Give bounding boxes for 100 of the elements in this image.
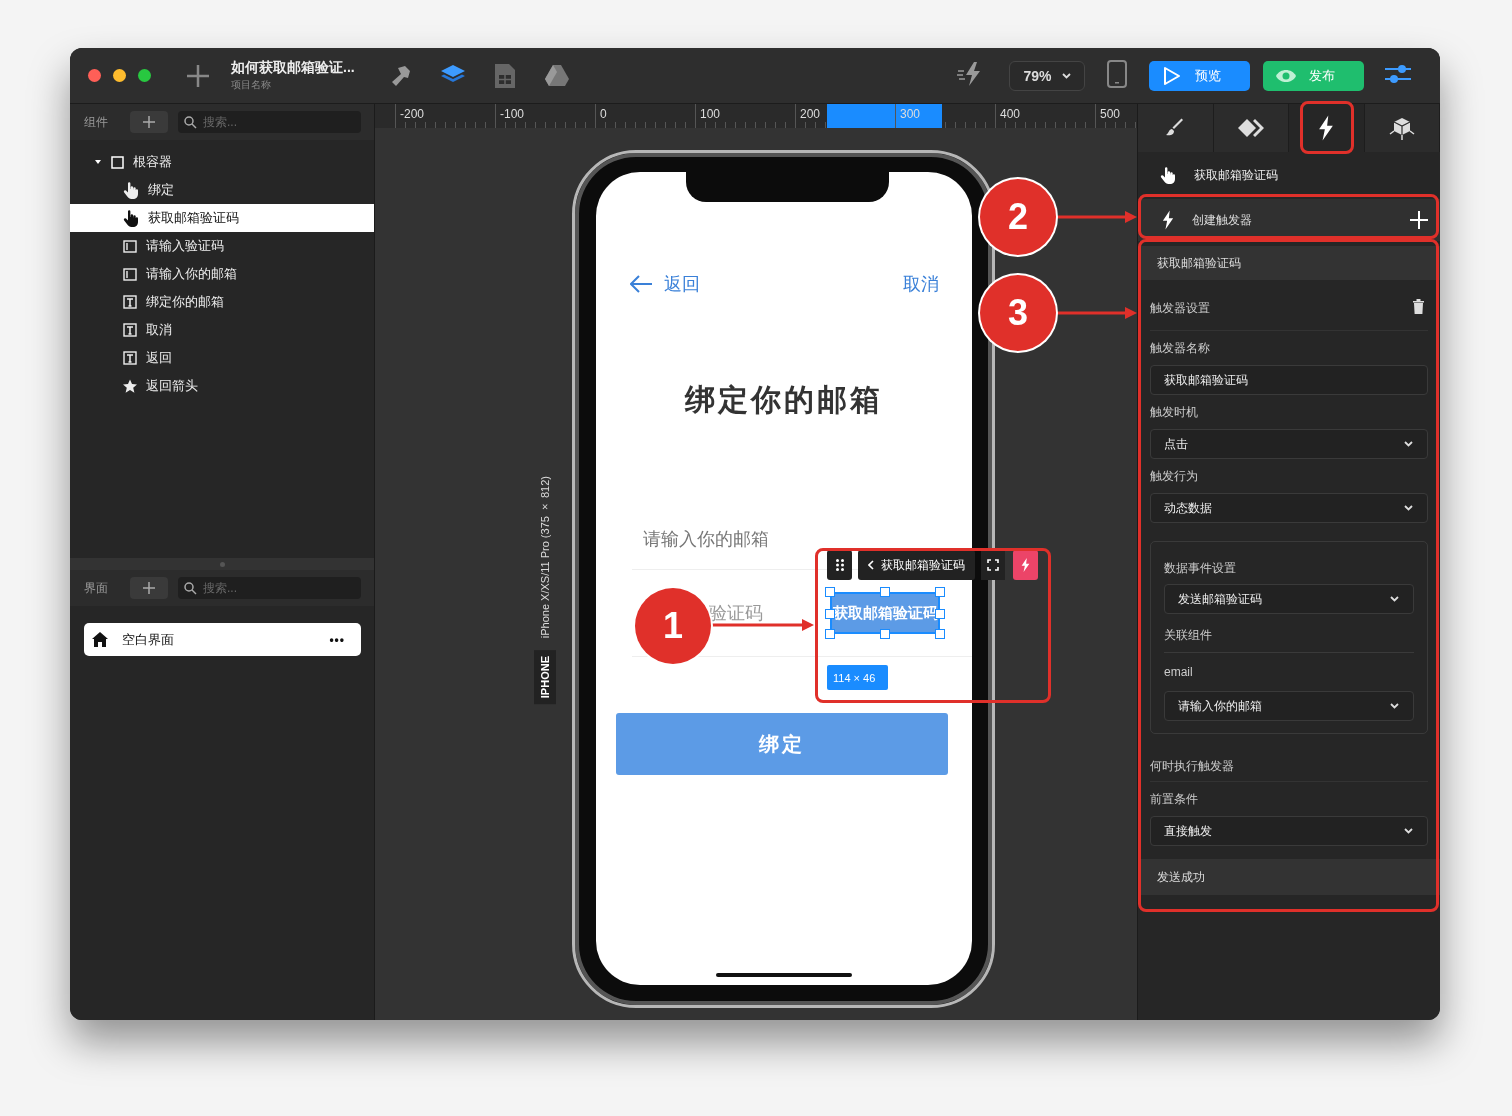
chevron-icon [1390,703,1399,709]
cube-icon [1388,116,1415,140]
search-icon [184,115,197,129]
inspector-tab[interactable] [1364,104,1440,152]
layer-item[interactable]: 取消 [70,316,374,344]
condition-dropdown[interactable]: 直接触发 [1150,816,1428,846]
ruler-label: 100 [695,104,795,128]
annotation-outline [1300,101,1354,154]
star-icon [123,379,137,393]
trigger-button[interactable] [1013,550,1038,580]
action-dropdown[interactable]: 动态数据 [1150,493,1428,523]
hand-icon [1160,166,1176,184]
ruler-label: 0 [595,104,695,128]
ruler-label: -200 [395,104,495,128]
text-box-icon [123,295,137,309]
component-dropdown[interactable]: 请输入你的邮箱 [1164,691,1414,721]
diamonds-icon [1237,119,1264,137]
size-badge: 114 × 46 [827,665,889,690]
device-label: iPhone X/XS/11 Pro (375 × 812) [539,475,551,638]
eye-icon [1275,68,1297,83]
field-label: 前置条件 [1150,790,1199,808]
lightning-icon [1162,210,1174,230]
event-dropdown[interactable]: 发送邮箱验证码 [1164,584,1414,614]
zoom-dropdown[interactable]: 79% [1009,60,1085,91]
cancel-link[interactable]: 取消 [903,272,939,296]
ruler-label: 300 [895,104,995,128]
chevron-left-icon [868,560,874,570]
layer-item[interactable]: 返回箭头 [70,372,374,400]
triangle-logo-icon[interactable] [544,65,569,86]
close-button[interactable] [88,69,101,82]
splitter-handle[interactable] [219,561,225,567]
hand-icon [123,209,139,227]
field-label: 触发行为 [1150,467,1199,485]
field-label: 触发器名称 [1150,339,1211,357]
ruler-label: 400 [995,104,1095,128]
input-box-icon [123,267,137,281]
component-name: 获取邮箱验证码 [1194,166,1278,184]
plus-icon [143,116,155,128]
chevron-icon [1404,828,1413,834]
resize-handle[interactable] [825,587,835,597]
selection-label[interactable]: 获取邮箱验证码 [858,550,975,580]
trigger-name-field[interactable]: 获取邮箱验证码 [1150,365,1428,395]
trigger-header[interactable]: 获取邮箱验证码 [1138,246,1440,280]
back-arrow-icon [630,275,652,293]
trigger-header[interactable]: 发送成功 [1138,859,1440,895]
project-subtitle: 项目名称 [231,78,272,92]
chevron-icon [1404,505,1413,511]
chevron-icon [1061,72,1071,79]
add-button[interactable] [185,62,211,89]
spreadsheet-icon[interactable] [494,63,515,88]
ruler-label: 200 [795,104,895,128]
play-icon [1163,65,1181,86]
text-box-icon [123,323,137,337]
section-title: 何时执行触发器 [1150,742,1428,782]
layer-item[interactable]: 绑定 [70,176,374,204]
plus-icon[interactable] [1410,211,1428,229]
input-box-icon [123,239,137,253]
timing-dropdown[interactable]: 点击 [1150,429,1428,459]
brush-icon [1165,118,1186,138]
search-icon [184,581,197,595]
field-label: 关联组件 [1164,618,1414,653]
expand-caret-icon[interactable] [95,159,101,165]
fullscreen-icon[interactable] [981,550,1005,580]
resize-handle[interactable] [880,587,890,597]
lightning-icon [1021,557,1030,573]
ruler-label: -100 [495,104,595,128]
layer-item[interactable]: 获取邮箱验证码 [70,204,374,232]
hand-icon [123,181,139,199]
resize-handle[interactable] [935,587,945,597]
screen-title: 绑定你的邮箱 [683,382,884,418]
layer-item[interactable]: 返回 [70,344,374,372]
section-title: 数据事件设置 [1164,559,1237,577]
screen-item[interactable]: 空白界面 ••• [84,623,361,656]
layer-item[interactable]: 根容器 [70,148,374,176]
section-title: 触发器设置 [1150,299,1210,317]
chevron-icon [1390,596,1399,602]
chevron-icon [1404,441,1413,447]
minimize-button[interactable] [113,69,126,82]
drag-handle[interactable] [827,550,852,580]
text-box-icon [123,351,137,365]
back-link[interactable]: 返回 [630,272,700,296]
square-icon [111,155,124,169]
project-title: 如何获取邮箱验证... [231,59,355,77]
inspector-tab[interactable] [1213,104,1289,152]
field-label: 触发时机 [1150,403,1199,421]
layer-item[interactable]: 请输入你的邮箱 [70,260,374,288]
home-icon [92,632,108,647]
lightning-icon [1318,115,1335,141]
layer-item[interactable]: 请输入验证码 [70,232,374,260]
layer-item[interactable]: 绑定你的邮箱 [70,288,374,316]
add-component-button[interactable] [130,111,168,133]
plus-icon [143,582,155,594]
resize-handle[interactable] [880,629,890,639]
field-label: email [1164,664,1194,681]
add-screen-button[interactable] [130,577,168,599]
fullscreen-button[interactable] [138,69,151,82]
trash-icon[interactable] [1413,299,1424,317]
panel-label: 界面 [84,579,109,597]
panel-label: 组件 [84,113,109,131]
device-tag: IPHONE [534,649,556,704]
